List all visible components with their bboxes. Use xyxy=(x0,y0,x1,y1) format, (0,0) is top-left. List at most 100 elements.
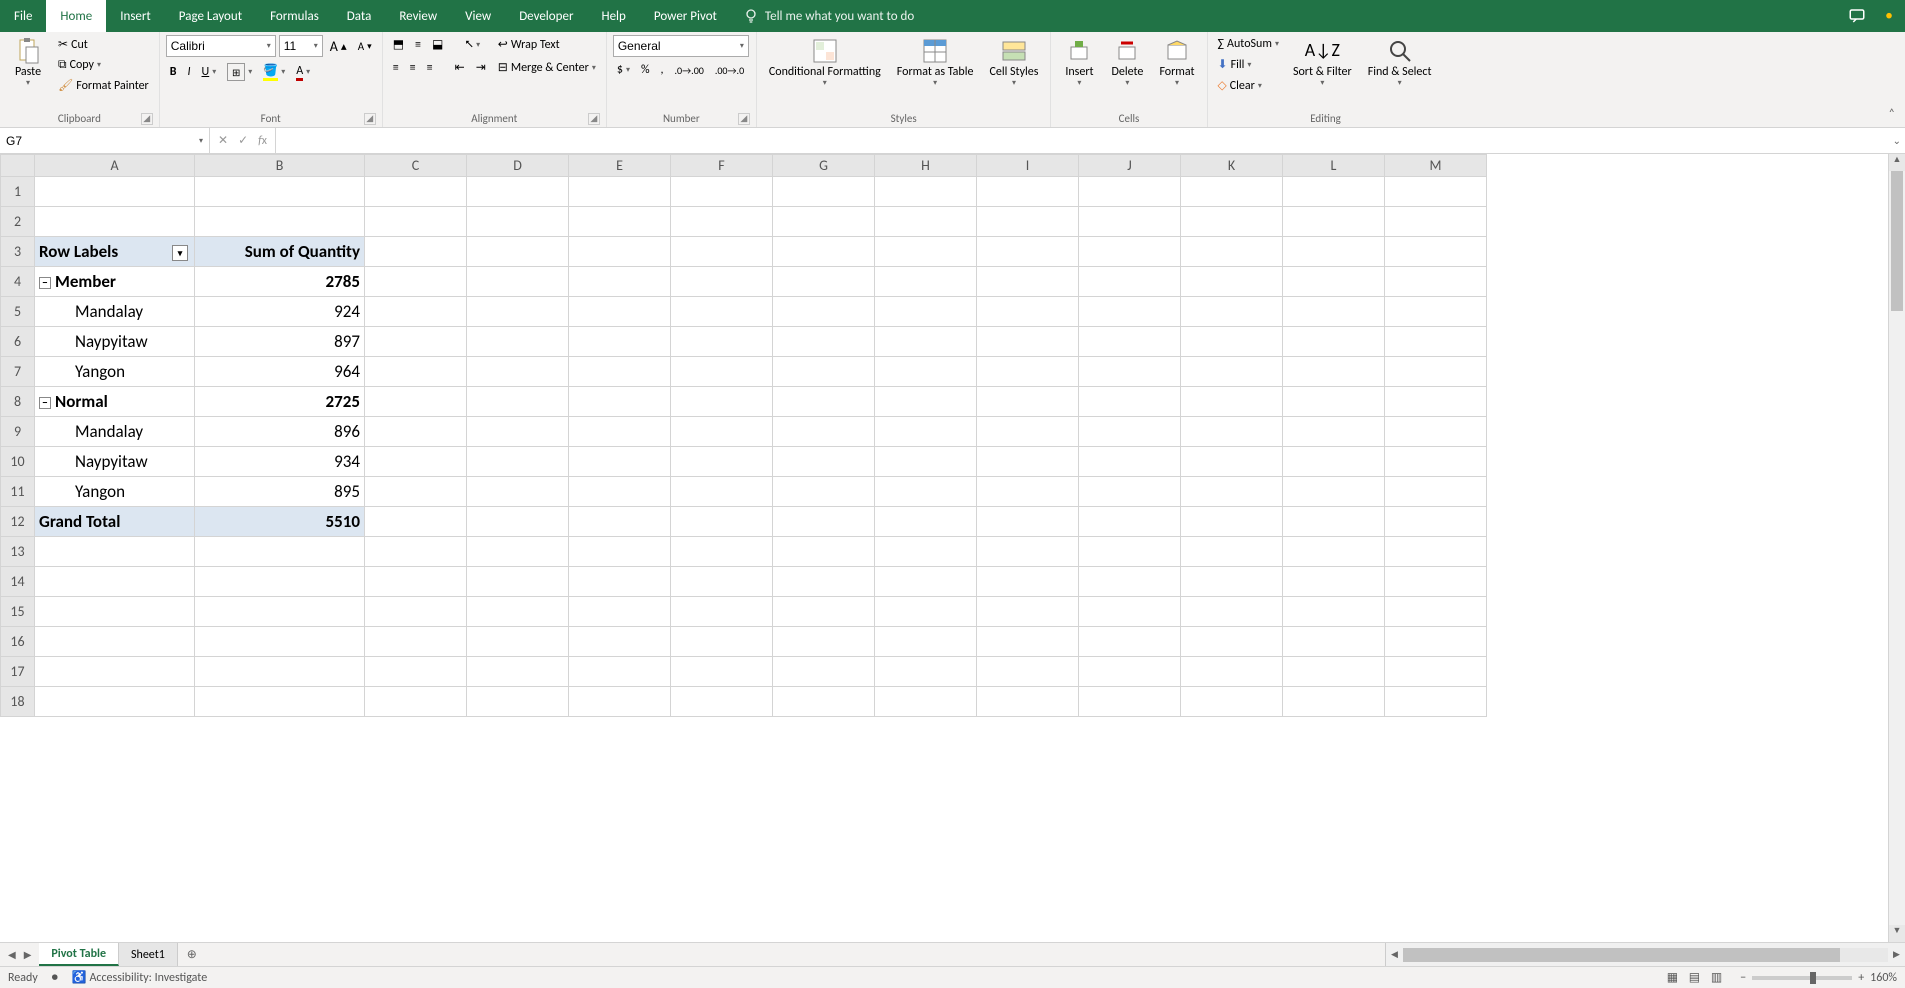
cell[interactable] xyxy=(1181,687,1283,717)
cell[interactable] xyxy=(195,177,365,207)
cell[interactable] xyxy=(1079,417,1181,447)
cell[interactable] xyxy=(1283,267,1385,297)
cell[interactable] xyxy=(977,297,1079,327)
cell[interactable] xyxy=(671,177,773,207)
cell[interactable] xyxy=(365,267,467,297)
cell[interactable]: 934 xyxy=(195,447,365,477)
cell[interactable] xyxy=(773,597,875,627)
cell[interactable] xyxy=(1079,387,1181,417)
cell[interactable] xyxy=(1181,297,1283,327)
font-color-button[interactable]: A▾ xyxy=(292,62,314,83)
cell[interactable] xyxy=(1079,687,1181,717)
cell[interactable] xyxy=(569,327,671,357)
cell[interactable] xyxy=(1181,267,1283,297)
cell[interactable] xyxy=(977,597,1079,627)
row-header[interactable]: 15 xyxy=(1,597,35,627)
row-header[interactable]: 16 xyxy=(1,627,35,657)
column-header-A[interactable]: A xyxy=(35,155,195,177)
cell[interactable] xyxy=(35,537,195,567)
cell[interactable] xyxy=(1385,297,1487,327)
cell[interactable] xyxy=(875,267,977,297)
row-header[interactable]: 6 xyxy=(1,327,35,357)
row-header[interactable]: 17 xyxy=(1,657,35,687)
cell[interactable] xyxy=(467,537,569,567)
ribbon-tab-developer[interactable]: Developer xyxy=(505,0,587,32)
cell[interactable] xyxy=(1385,567,1487,597)
cell[interactable] xyxy=(875,237,977,267)
new-sheet-button[interactable]: ⊕ xyxy=(178,943,206,966)
cell[interactable] xyxy=(569,387,671,417)
cell[interactable] xyxy=(467,207,569,237)
align-middle-button[interactable]: ≡ xyxy=(411,36,425,54)
cell[interactable] xyxy=(773,297,875,327)
cell[interactable] xyxy=(773,627,875,657)
cell[interactable] xyxy=(875,417,977,447)
enter-formula-icon[interactable]: ✓ xyxy=(238,133,248,148)
cell[interactable] xyxy=(1385,267,1487,297)
cell[interactable] xyxy=(1283,687,1385,717)
cell[interactable]: −Normal xyxy=(35,387,195,417)
cell[interactable] xyxy=(569,177,671,207)
cell[interactable] xyxy=(569,597,671,627)
cell[interactable] xyxy=(977,327,1079,357)
cell[interactable] xyxy=(195,597,365,627)
cell[interactable] xyxy=(1079,447,1181,477)
cell[interactable] xyxy=(977,387,1079,417)
cell[interactable] xyxy=(365,237,467,267)
macro-record-icon[interactable]: ⏺ xyxy=(52,971,58,985)
bold-button[interactable]: B xyxy=(166,63,181,81)
cell[interactable] xyxy=(671,687,773,717)
cell[interactable] xyxy=(1181,207,1283,237)
clear-button[interactable]: ◇Clear▾ xyxy=(1214,76,1283,95)
cell[interactable] xyxy=(875,297,977,327)
cell[interactable] xyxy=(1181,627,1283,657)
cell[interactable] xyxy=(977,207,1079,237)
format-painter-button[interactable]: 🖌Format Painter xyxy=(54,76,153,95)
format-cells-button[interactable]: Format▾ xyxy=(1153,35,1200,91)
cell[interactable] xyxy=(569,567,671,597)
cell[interactable] xyxy=(773,417,875,447)
font-size-combo[interactable]: ▾ xyxy=(279,35,323,57)
cell[interactable] xyxy=(1385,177,1487,207)
cell[interactable] xyxy=(773,537,875,567)
column-header-F[interactable]: F xyxy=(671,155,773,177)
percent-format-button[interactable]: % xyxy=(637,61,654,79)
cell[interactable] xyxy=(977,267,1079,297)
cell[interactable] xyxy=(1079,177,1181,207)
cell[interactable] xyxy=(875,477,977,507)
decrease-decimal-button[interactable]: .00→.0 xyxy=(711,62,748,79)
page-break-view-button[interactable]: ▥ xyxy=(1707,971,1726,985)
merge-center-button[interactable]: ⊟Merge & Center▾ xyxy=(494,58,600,77)
cell[interactable] xyxy=(875,177,977,207)
cell[interactable]: 964 xyxy=(195,357,365,387)
formula-input[interactable]: ⌄ xyxy=(276,128,1905,153)
cell[interactable] xyxy=(365,567,467,597)
cell[interactable] xyxy=(1385,477,1487,507)
tab-scroll-left-button[interactable]: ◀ xyxy=(8,948,16,961)
cell[interactable] xyxy=(1181,177,1283,207)
cell[interactable] xyxy=(1283,177,1385,207)
column-header-M[interactable]: M xyxy=(1385,155,1487,177)
italic-button[interactable]: I xyxy=(183,63,194,81)
ribbon-tab-data[interactable]: Data xyxy=(333,0,386,32)
cell-styles-button[interactable]: Cell Styles▾ xyxy=(983,35,1044,91)
cell[interactable] xyxy=(1283,327,1385,357)
vertical-scrollbar[interactable]: ▲ ▼ xyxy=(1888,154,1905,942)
cell[interactable] xyxy=(467,267,569,297)
cell[interactable] xyxy=(195,567,365,597)
cell[interactable]: 896 xyxy=(195,417,365,447)
cell[interactable] xyxy=(773,357,875,387)
ribbon-tab-review[interactable]: Review xyxy=(385,0,451,32)
cell[interactable] xyxy=(1079,207,1181,237)
delete-cells-button[interactable]: Delete▾ xyxy=(1105,35,1149,91)
cell[interactable]: Mandalay xyxy=(35,297,195,327)
row-header[interactable]: 13 xyxy=(1,537,35,567)
cell[interactable] xyxy=(671,657,773,687)
row-header[interactable]: 7 xyxy=(1,357,35,387)
cell[interactable] xyxy=(365,417,467,447)
cell[interactable] xyxy=(1181,597,1283,627)
cell[interactable] xyxy=(1181,357,1283,387)
cell[interactable]: 5510 xyxy=(195,507,365,537)
cell[interactable] xyxy=(1283,597,1385,627)
zoom-level[interactable]: 160% xyxy=(1870,971,1897,985)
